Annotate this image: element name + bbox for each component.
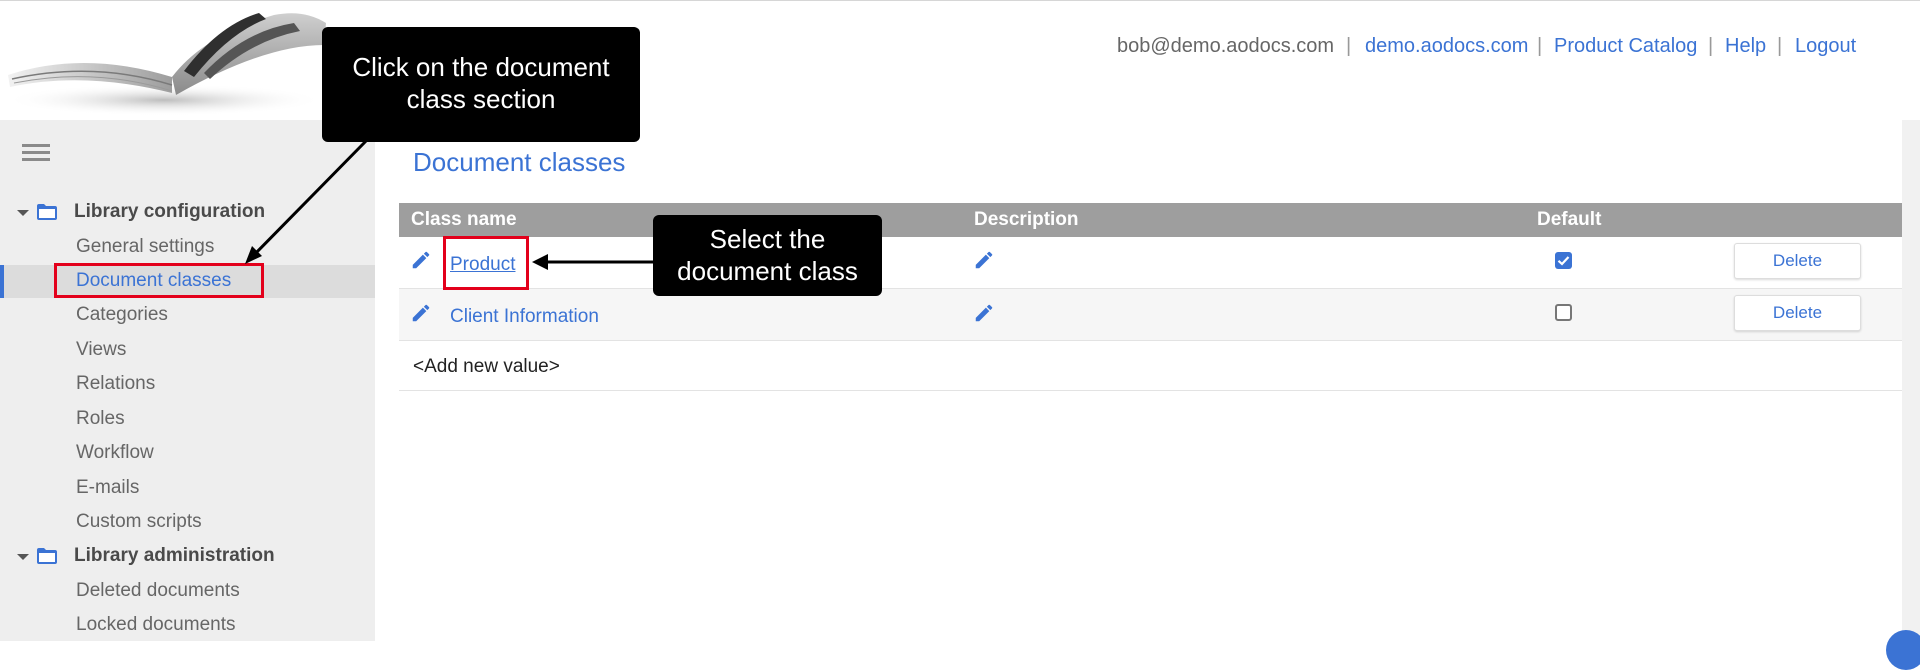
sidebar-item-label: Categories bbox=[76, 304, 168, 325]
sidebar-item-label: Roles bbox=[76, 408, 125, 429]
sidebar-item-label: Workflow bbox=[76, 442, 154, 463]
separator: | bbox=[1346, 34, 1352, 57]
group-label: Library administration bbox=[74, 545, 275, 566]
edit-pencil-icon[interactable] bbox=[410, 249, 432, 271]
logout-link[interactable]: Logout bbox=[1795, 35, 1856, 58]
sidebar-item-categories[interactable]: Categories bbox=[0, 299, 375, 332]
main-content: Document classes Class name Description … bbox=[399, 120, 1902, 641]
sidebar-item-label: Relations bbox=[76, 373, 156, 394]
divider bbox=[399, 390, 1902, 391]
help-link[interactable]: Help bbox=[1725, 35, 1766, 58]
sidebar-item-workflow[interactable]: Workflow bbox=[0, 437, 375, 470]
separator: | bbox=[1708, 34, 1714, 57]
default-checkbox-unchecked[interactable] bbox=[1555, 304, 1572, 321]
folder-icon bbox=[37, 204, 57, 220]
sidebar: Library configuration General settings D… bbox=[0, 120, 375, 641]
sidebar-item-deleted-documents[interactable]: Deleted documents bbox=[0, 575, 375, 608]
domain-link[interactable]: demo.aodocs.com bbox=[1365, 35, 1528, 58]
tree-group-library-configuration[interactable]: Library configuration bbox=[0, 200, 375, 226]
column-header-description: Description bbox=[974, 209, 1079, 230]
table-header: Class name Description Default bbox=[399, 203, 1902, 237]
folder-icon bbox=[37, 548, 57, 564]
sidebar-item-label: Locked documents bbox=[76, 614, 236, 635]
tree-group-library-administration[interactable]: Library administration bbox=[0, 544, 375, 570]
book-logo bbox=[4, 13, 326, 116]
sidebar-item-locked-documents[interactable]: Locked documents bbox=[0, 609, 375, 642]
separator: | bbox=[1537, 34, 1543, 57]
delete-button[interactable]: Delete bbox=[1734, 295, 1861, 331]
page-title: Document classes bbox=[413, 147, 626, 177]
callout-line: document class bbox=[677, 256, 858, 286]
edit-description-pencil-icon[interactable] bbox=[973, 302, 995, 324]
sidebar-item-relations[interactable]: Relations bbox=[0, 368, 375, 401]
active-indicator bbox=[0, 265, 4, 298]
sidebar-item-label: Deleted documents bbox=[76, 580, 240, 601]
sidebar-item-label: E-mails bbox=[76, 477, 140, 498]
sidebar-item-general-settings[interactable]: General settings bbox=[0, 231, 375, 264]
top-links: bob@demo.aodocs.com | demo.aodocs.com | … bbox=[1117, 33, 1857, 59]
sidebar-item-views[interactable]: Views bbox=[0, 334, 375, 367]
product-catalog-link[interactable]: Product Catalog bbox=[1554, 35, 1697, 58]
user-email: bob@demo.aodocs.com bbox=[1117, 34, 1335, 57]
add-new-value-link[interactable]: <Add new value> bbox=[413, 356, 560, 378]
sidebar-item-custom-scripts[interactable]: Custom scripts bbox=[0, 506, 375, 539]
caret-down-icon[interactable] bbox=[17, 554, 29, 560]
right-gutter bbox=[1902, 120, 1920, 641]
callout-select-document-class: Select the document class bbox=[653, 215, 882, 296]
sidebar-item-emails[interactable]: E-mails bbox=[0, 472, 375, 505]
callout-line: class section bbox=[406, 84, 556, 114]
class-name-link[interactable]: Client Information bbox=[450, 306, 599, 328]
caret-down-icon[interactable] bbox=[17, 210, 29, 216]
callout-click-document-class-section: Click on the document class section bbox=[322, 27, 640, 142]
callout-line: Select the bbox=[709, 224, 826, 254]
callout-line: Click on the document bbox=[352, 52, 610, 82]
edit-pencil-icon[interactable] bbox=[410, 302, 432, 324]
menu-icon[interactable] bbox=[22, 144, 50, 164]
column-header-class-name: Class name bbox=[411, 209, 517, 230]
sidebar-item-label: Views bbox=[76, 339, 127, 360]
checkmark-icon bbox=[1557, 256, 1570, 266]
sidebar-item-label: Custom scripts bbox=[76, 511, 202, 532]
default-checkbox-checked[interactable] bbox=[1555, 252, 1572, 269]
table-row: Product Delete bbox=[399, 237, 1902, 289]
sidebar-item-roles[interactable]: Roles bbox=[0, 403, 375, 436]
separator: | bbox=[1777, 34, 1783, 57]
header: bob@demo.aodocs.com | demo.aodocs.com | … bbox=[0, 1, 1920, 120]
column-header-default: Default bbox=[1537, 209, 1602, 230]
highlight-product-link bbox=[443, 236, 529, 290]
help-bubble-button[interactable] bbox=[1886, 630, 1920, 670]
edit-description-pencil-icon[interactable] bbox=[973, 249, 995, 271]
group-label: Library configuration bbox=[74, 201, 266, 222]
highlight-document-classes bbox=[54, 263, 264, 298]
table-row: Client Information Delete bbox=[399, 289, 1902, 341]
delete-button[interactable]: Delete bbox=[1734, 243, 1861, 279]
sidebar-item-label: General settings bbox=[76, 236, 215, 257]
